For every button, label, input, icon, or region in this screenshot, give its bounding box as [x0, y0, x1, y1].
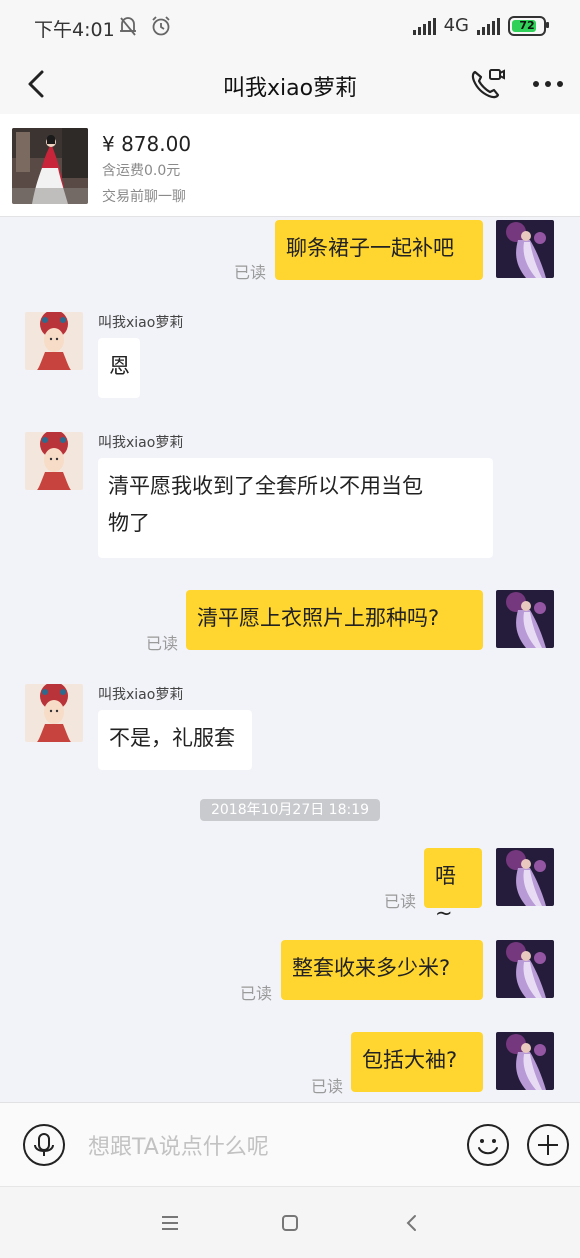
read-status: 已读 — [311, 1077, 344, 1096]
message-input[interactable]: 想跟TA说点什么呢 — [88, 1129, 269, 1161]
product-hint: 交易前聊一聊 — [102, 189, 186, 205]
contact-avatar[interactable] — [25, 312, 83, 370]
battery-icon: 72 — [508, 15, 549, 36]
system-nav-bar — [0, 1186, 580, 1258]
my-message-bubble[interactable]: 整套收来多少米? — [281, 940, 483, 1000]
my-message-bubble[interactable]: 包括大袖? — [351, 1032, 483, 1092]
contact-message-bubble[interactable]: 不是，礼服套 — [98, 710, 252, 770]
product-card[interactable]: ¥ 878.00 含运费0.0元 交易前聊一聊 — [0, 114, 580, 217]
my-avatar[interactable] — [496, 590, 554, 648]
contact-avatar[interactable] — [25, 432, 83, 490]
my-avatar[interactable] — [496, 220, 554, 278]
status-time: 下午4:01 — [34, 19, 115, 41]
sender-name: 叫我xiao萝莉 — [98, 435, 184, 451]
microphone-icon[interactable] — [22, 1123, 66, 1167]
my-message-bubble[interactable]: 清平愿上衣照片上那种吗? — [186, 590, 483, 650]
menu-icon[interactable] — [156, 1209, 184, 1237]
sender-name: 叫我xiao萝莉 — [98, 687, 184, 703]
input-bar: 想跟TA说点什么呢 — [0, 1102, 580, 1187]
my-message-bubble[interactable]: 唔~ — [424, 848, 482, 925]
message-line: 物了 — [108, 511, 150, 535]
nav-bar: 叫我xiao萝莉 — [0, 56, 580, 114]
product-shipping: 含运费0.0元 — [102, 163, 181, 179]
read-status: 已读 — [240, 984, 273, 1003]
plus-icon[interactable] — [526, 1123, 570, 1167]
home-icon[interactable] — [276, 1209, 304, 1237]
network-type: 4G — [443, 15, 469, 36]
product-price: ¥ 878.00 — [102, 132, 192, 156]
product-thumbnail[interactable] — [12, 128, 88, 204]
chat-area[interactable]: 已读 聊条裙子一起补吧 叫我xiao萝莉 恩 叫我xiao萝莉 清平愿我收到了全… — [0, 216, 580, 1102]
read-status: 已读 — [384, 892, 417, 911]
my-avatar[interactable] — [496, 1032, 554, 1090]
more-icon[interactable] — [528, 66, 568, 102]
contact-message-bubble[interactable]: 清平愿我收到了全套所以不用当包 物了 — [98, 458, 493, 558]
chat-timestamp: 2018年10月27日 18:19 — [200, 799, 380, 821]
my-message-bubble[interactable]: 聊条裙子一起补吧 — [275, 220, 483, 280]
emoji-icon[interactable] — [466, 1123, 510, 1167]
video-call-icon[interactable] — [466, 64, 506, 104]
contact-avatar[interactable] — [25, 684, 83, 742]
contact-message-bubble[interactable]: 恩 — [98, 338, 140, 398]
mute-bell-icon — [120, 17, 136, 36]
signal-icon — [412, 17, 436, 35]
status-bar: 下午4:01 4G 72 — [0, 0, 580, 56]
message-line: 清平愿我收到了全套所以不用当包 — [108, 474, 423, 498]
read-status: 已读 — [234, 263, 267, 282]
alarm-icon — [152, 16, 170, 36]
my-avatar[interactable] — [496, 848, 554, 906]
battery-level: 72 — [519, 19, 535, 32]
signal-icon-2 — [477, 17, 500, 35]
sender-name: 叫我xiao萝莉 — [98, 315, 184, 331]
read-status: 已读 — [146, 634, 179, 653]
back-icon[interactable] — [398, 1209, 426, 1237]
my-avatar[interactable] — [496, 940, 554, 998]
